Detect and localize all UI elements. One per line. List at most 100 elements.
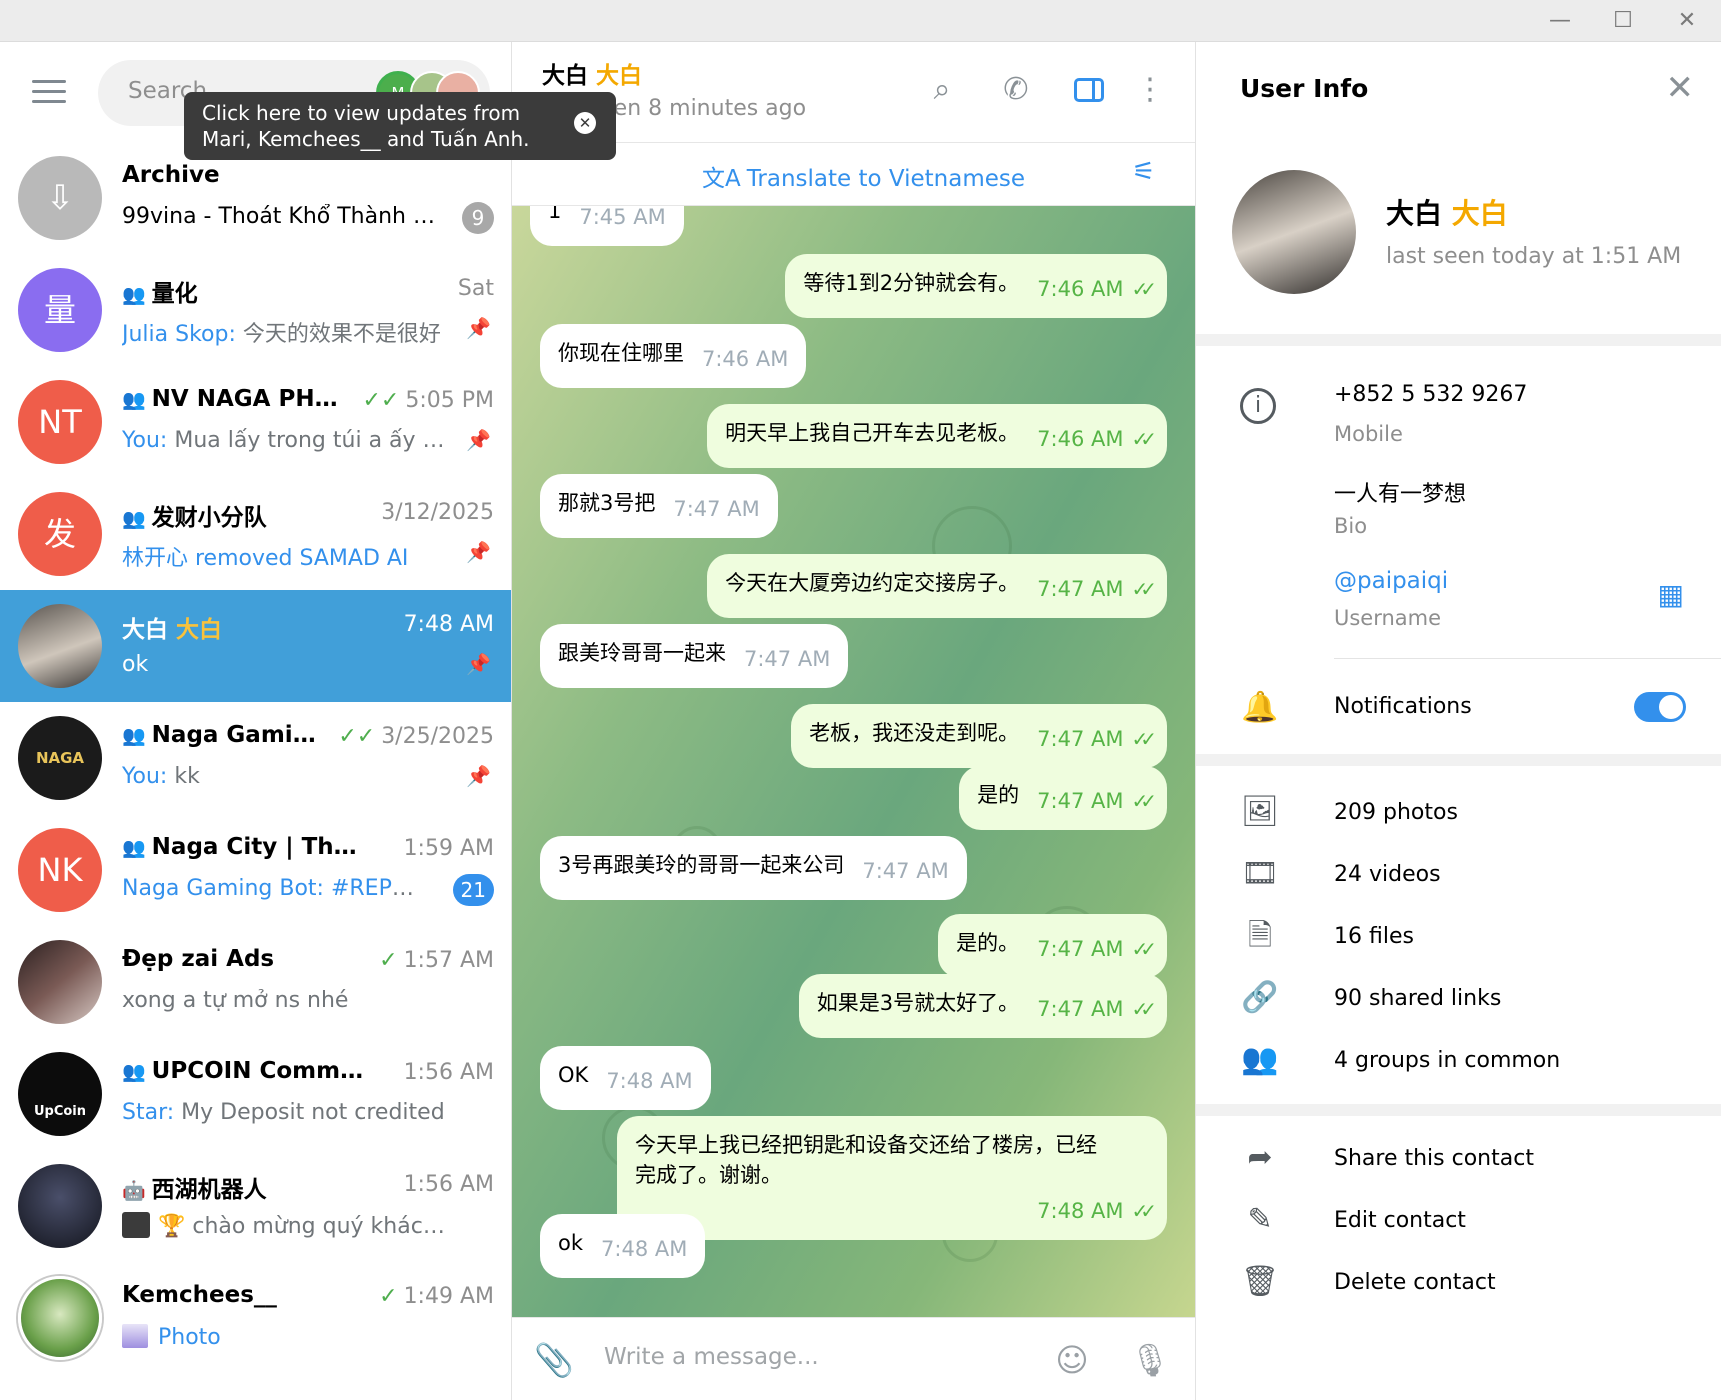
bio-text[interactable]: 一人有一梦想 [1334, 476, 1466, 508]
bot-icon: 🤖 [122, 1180, 146, 1202]
message-incoming[interactable]: ok 7:48 AM [540, 1214, 706, 1278]
message-time: 7:47 AM [1037, 937, 1124, 961]
chat-preview: Photo [158, 1325, 221, 1350]
message-outgoing[interactable]: 等待1到2分钟就会有。 7:46 AM ✓✓ [785, 254, 1167, 318]
video-icon: 🎞 [1240, 856, 1280, 891]
notifications-label: Notifications [1334, 694, 1472, 719]
message-text: 是的 [977, 783, 1020, 807]
check-icon: ✓ [379, 1284, 398, 1309]
message-time: 7:47 AM [744, 647, 831, 671]
pin-icon: 📌 [466, 764, 491, 788]
photos-count[interactable]: 209 photos [1334, 800, 1458, 825]
archive-icon: ⇩ [18, 156, 102, 240]
chat-preview: kk [167, 764, 200, 789]
maximize-icon[interactable]: ☐ [1608, 8, 1638, 34]
share-contact-button[interactable]: Share this contact [1334, 1146, 1534, 1171]
shared-media-section: 🖼 209 photos 🎞 24 videos 🗎 16 files 🔗 90… [1196, 766, 1721, 1104]
files-count[interactable]: 16 files [1334, 924, 1414, 949]
message-outgoing[interactable]: 是的。 7:47 AM ✓✓ [938, 914, 1167, 978]
message-incoming[interactable]: 1 7:45 AM [530, 206, 684, 246]
links-count[interactable]: 90 shared links [1334, 986, 1501, 1011]
chat-sender: You: [122, 428, 168, 453]
double-check-icon: ✓✓ [1131, 727, 1156, 751]
close-icon[interactable]: ✕ [1666, 68, 1695, 108]
profile-avatar[interactable] [1232, 170, 1356, 294]
username-link[interactable]: @paipaiqi [1334, 568, 1448, 594]
message-incoming[interactable]: 3号再跟美玲的哥哥一起来公司 7:47 AM [540, 836, 967, 900]
message-incoming[interactable]: 跟美玲哥哥一起来 7:47 AM [540, 624, 849, 688]
groups-icon: 👥 [1241, 1042, 1279, 1077]
avatar: NK [18, 828, 102, 912]
message-outgoing[interactable]: 如果是3号就太好了。 7:47 AM ✓✓ [798, 974, 1167, 1038]
chat-name: Naga City | Thống k... [151, 834, 372, 860]
message-composer[interactable]: 📎 Write a message... ☺ 🎙 [512, 1317, 1195, 1400]
chat-name: Kemchees__ [122, 1282, 277, 1308]
qr-code-icon[interactable]: ▦ [1658, 578, 1684, 611]
chat-time: 7:48 AM [403, 612, 494, 637]
phone-number[interactable]: +852 5 532 9267 [1334, 382, 1527, 407]
chat-item[interactable]: 量 👥 量化 Sat Julia Skop: 今天的效果不是很好 📌 [0, 254, 511, 366]
chat-time: 5:05 PM [405, 388, 494, 413]
message-incoming[interactable]: OK 7:48 AM [540, 1046, 711, 1110]
profile-name: 大白 [1386, 197, 1443, 230]
translate-settings-icon[interactable]: ⚟ [1132, 157, 1155, 187]
chat-name: 大白 [122, 617, 168, 643]
phone-label: Mobile [1334, 422, 1403, 446]
microphone-icon[interactable]: 🎙 [1128, 1338, 1172, 1382]
more-menu-icon[interactable]: ⋮ [1130, 70, 1170, 110]
message-outgoing[interactable]: 今天在大厦旁边约定交接房子。 7:47 AM ✓✓ [707, 554, 1167, 618]
message-time: 7:47 AM [1037, 789, 1124, 813]
chat-item-active[interactable]: 大白 大白 7:48 AM ok 📌 [0, 590, 511, 702]
username-label: Username [1334, 606, 1442, 630]
search-icon[interactable]: ⌕ [922, 70, 962, 110]
double-check-icon: ✓✓ [1131, 1199, 1156, 1223]
message-outgoing[interactable]: 是的 7:47 AM ✓✓ [959, 766, 1167, 830]
minimize-icon[interactable]: — [1545, 8, 1575, 34]
attach-icon[interactable]: 📎 [532, 1338, 576, 1382]
message-incoming[interactable]: 你现在住哪里 7:46 AM [540, 324, 807, 388]
double-check-icon: ✓✓ [362, 388, 400, 413]
double-check-icon: ✓✓ [1131, 997, 1156, 1021]
premium-tag: 大白 [1451, 197, 1508, 230]
notifications-toggle[interactable] [1634, 692, 1686, 722]
message-text: 明天早上我自己开车去见老板。 [725, 421, 1020, 445]
chat-item[interactable]: NK 👥Naga City | Thống k... 1:59 AM Naga … [0, 814, 511, 926]
chat-preview: 今天的效果不是很好 [235, 322, 441, 347]
chat-item[interactable]: Kemchees__ ✓ 1:49 AM Photo [0, 1262, 511, 1374]
emoji-icon[interactable]: ☺ [1050, 1338, 1094, 1382]
chat-item[interactable]: 🤖西湖机器人 1:56 AM 🏆 chào mừng quý khách đế.… [0, 1150, 511, 1262]
phone-icon[interactable]: ✆ [996, 70, 1036, 110]
sidebar-toggle-icon[interactable] [1068, 70, 1108, 110]
delete-contact-button[interactable]: Delete contact [1334, 1270, 1496, 1295]
message-incoming[interactable]: 那就3号把 7:47 AM [540, 474, 778, 538]
menu-icon[interactable] [32, 80, 66, 104]
chat-item[interactable]: 发 👥 发财小分队 3/12/2025 林开心 removed SAMAD AI … [0, 478, 511, 590]
edit-contact-button[interactable]: Edit contact [1334, 1208, 1466, 1233]
message-text: 那就3号把 [558, 491, 656, 515]
message-text: 今天早上我已经把钥匙和设备交还给了楼房，已经 [635, 1133, 1097, 1157]
translate-label: Translate to Vietnamese [746, 166, 1026, 192]
chat-item[interactable]: NAGA 👥Naga Gaming ... ✓✓3/25/2025 You: k… [0, 702, 511, 814]
message-input[interactable]: Write a message... [604, 1344, 819, 1370]
chat-item[interactable]: NT 👥NV NAGA PHẾ ( ... ✓✓5:05 PM You: Mua… [0, 366, 511, 478]
message-outgoing[interactable]: 明天早上我自己开车去见老板。 7:46 AM ✓✓ [707, 404, 1167, 468]
group-icon: 👥 [122, 1061, 146, 1083]
chat-item[interactable]: Đẹp zai Ads ✓ 1:57 AM xong a tự mở ns nhé [0, 926, 511, 1038]
translate-button[interactable]: 文A Translate to Vietnamese [702, 159, 1025, 193]
message-time: 7:48 AM [1037, 1199, 1124, 1223]
chat-item[interactable]: UpCoin 👥UPCOIN Communit... 1:56 AM Star:… [0, 1038, 511, 1150]
avatar: 发 [18, 492, 102, 576]
videos-count[interactable]: 24 videos [1334, 862, 1441, 887]
message-time: 7:47 AM [1037, 997, 1124, 1021]
chat-time: 1:56 AM [403, 1172, 494, 1197]
tooltip-close-icon[interactable]: ✕ [574, 112, 596, 134]
group-icon: 👥 [122, 508, 146, 530]
close-icon[interactable]: ✕ [1672, 8, 1702, 34]
pencil-icon: ✎ [1247, 1202, 1273, 1237]
message-outgoing[interactable]: 老板，我还没走到呢。 7:47 AM ✓✓ [791, 704, 1167, 768]
avatar [18, 1276, 102, 1360]
groups-count[interactable]: 4 groups in common [1334, 1048, 1560, 1073]
message-text: OK [558, 1063, 589, 1087]
avatar: NT [18, 380, 102, 464]
pin-icon: 📌 [466, 652, 491, 676]
